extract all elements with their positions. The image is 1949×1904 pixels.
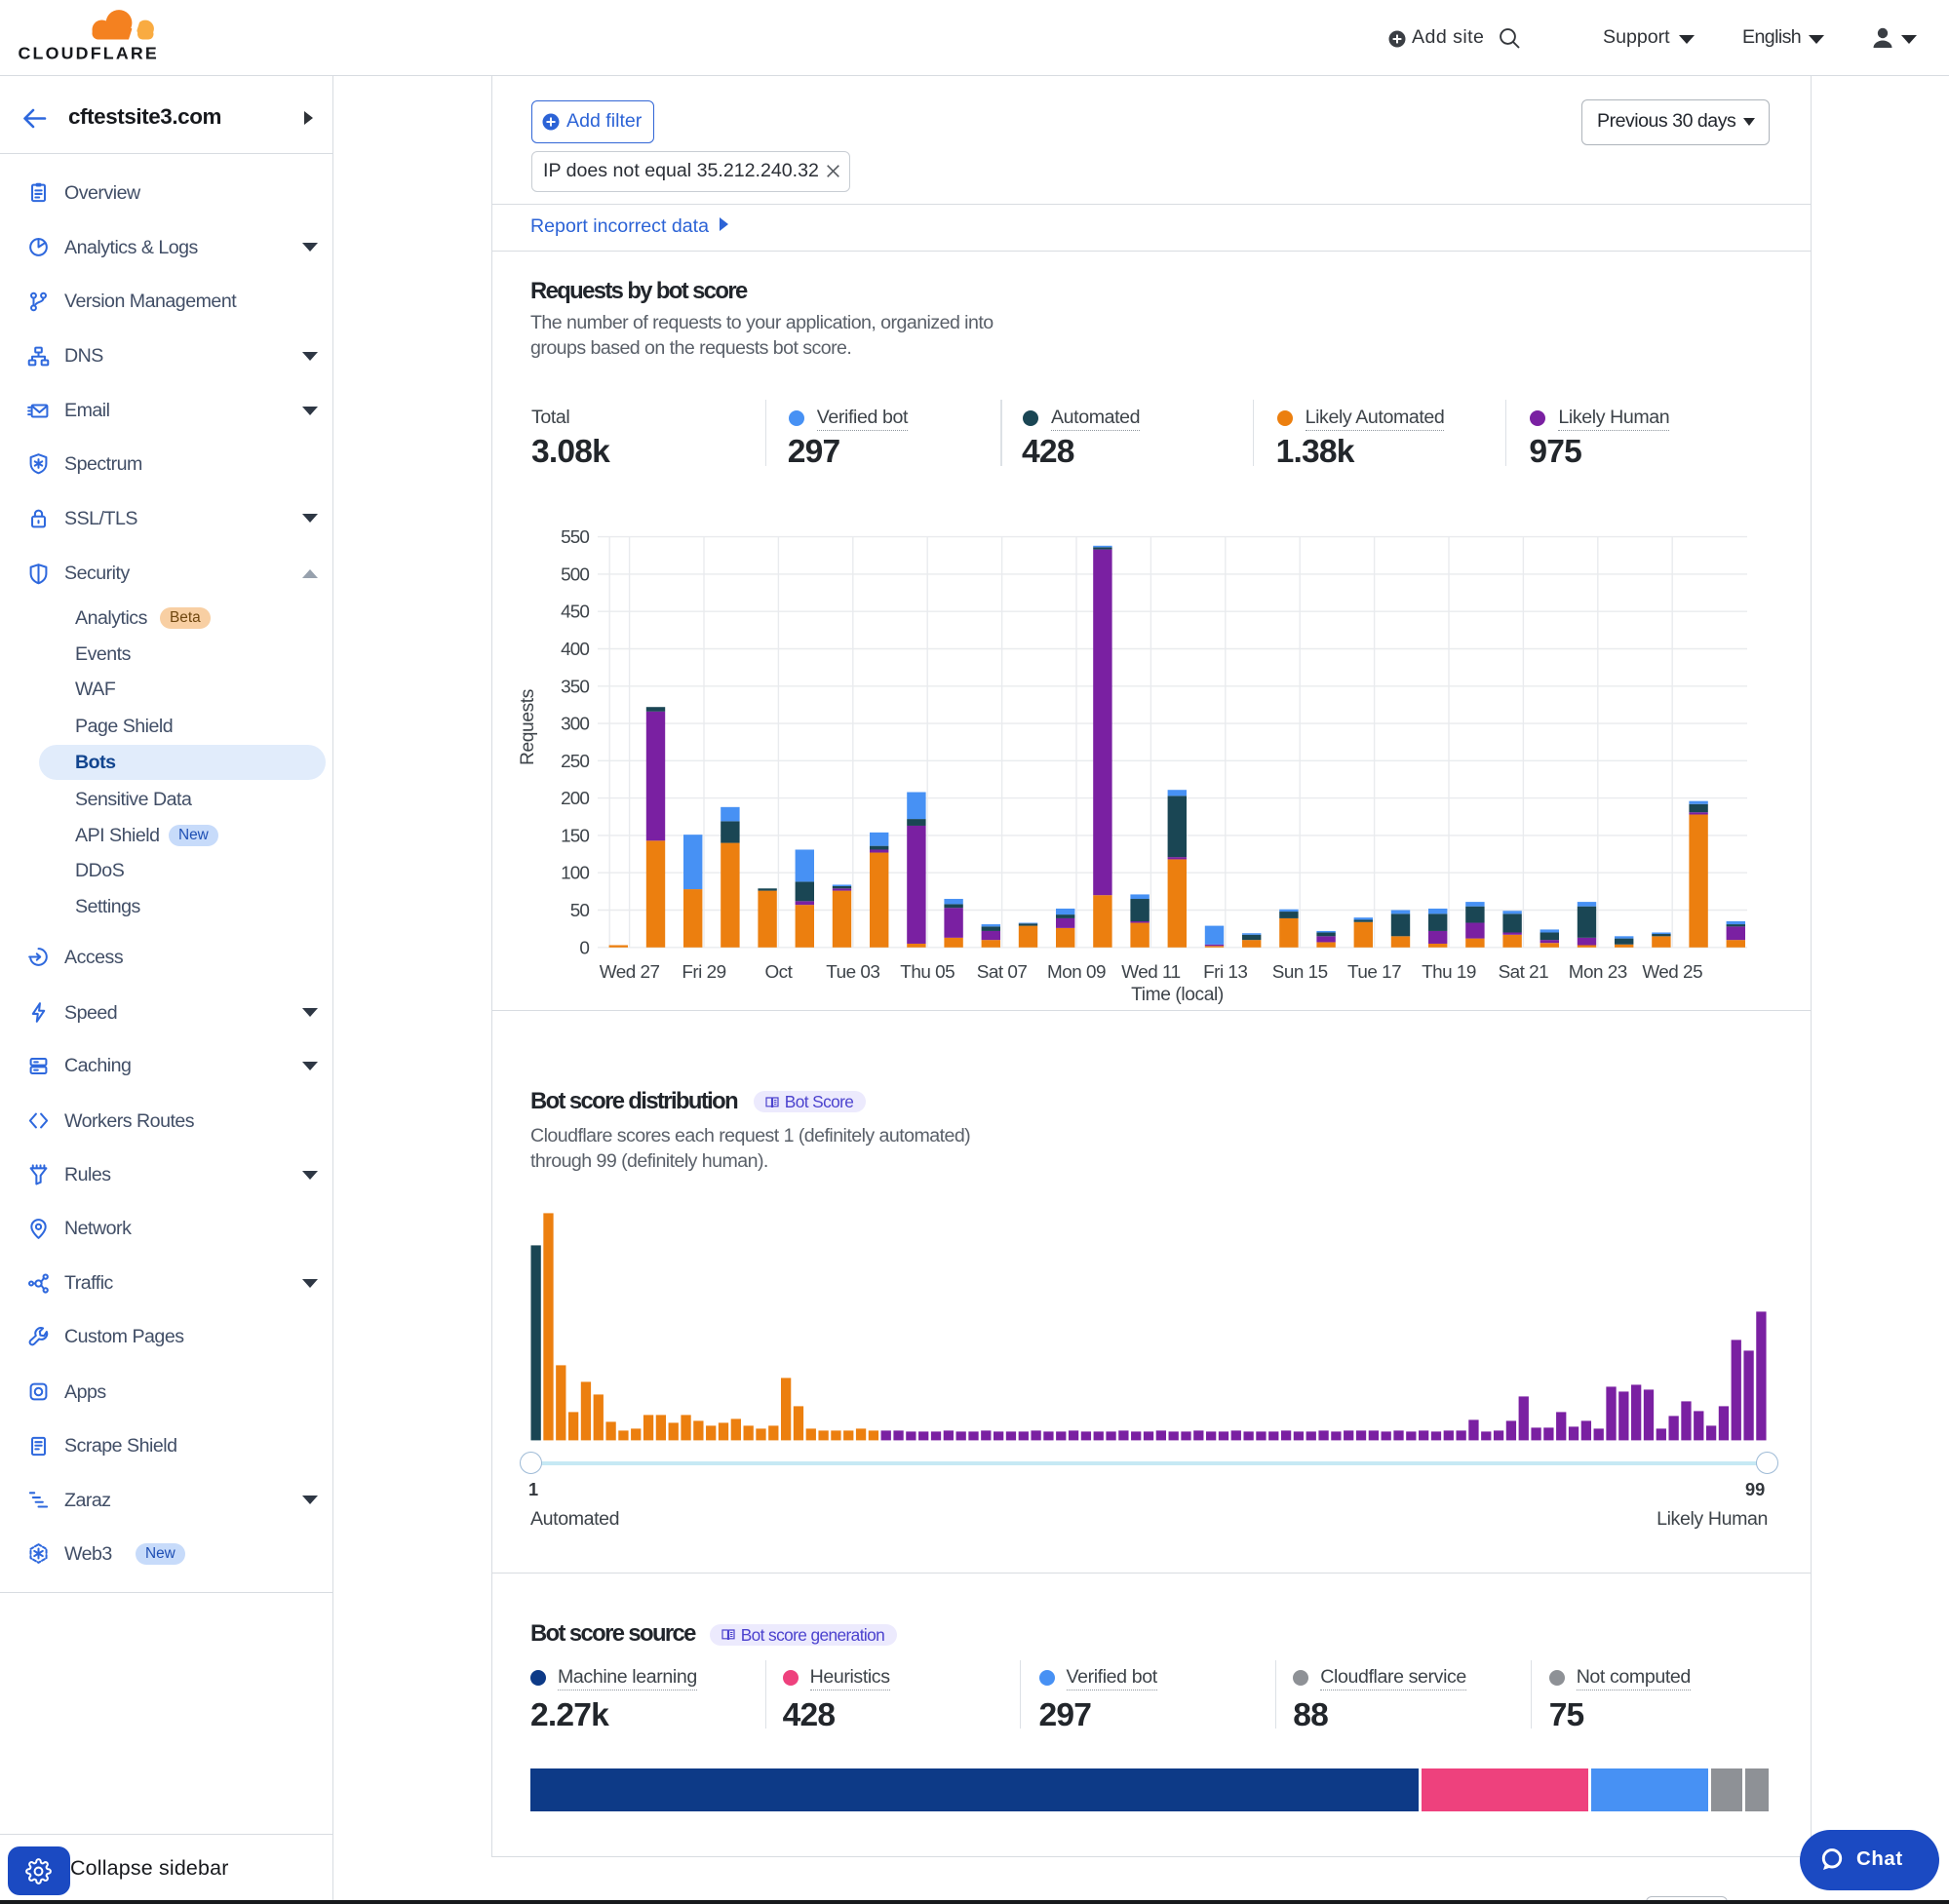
svg-text:150: 150 <box>561 826 589 846</box>
svg-text:Wed 25: Wed 25 <box>1642 962 1702 983</box>
svg-text:Sat 07: Sat 07 <box>977 962 1028 983</box>
svg-text:Requests: Requests <box>518 689 538 765</box>
svg-text:Oct: Oct <box>764 962 793 983</box>
svg-text:50: 50 <box>570 901 590 921</box>
svg-text:Fri 13: Fri 13 <box>1203 962 1247 983</box>
svg-text:350: 350 <box>561 677 589 697</box>
svg-text:Mon 09: Mon 09 <box>1047 962 1106 983</box>
svg-text:200: 200 <box>561 789 589 809</box>
svg-text:Thu 19: Thu 19 <box>1422 962 1476 983</box>
svg-text:500: 500 <box>561 564 589 585</box>
svg-text:Time (local): Time (local) <box>1131 985 1224 1005</box>
svg-text:Mon 23: Mon 23 <box>1569 962 1627 983</box>
svg-text:100: 100 <box>561 864 589 884</box>
svg-text:400: 400 <box>561 640 589 660</box>
svg-text:Tue 03: Tue 03 <box>826 962 879 983</box>
svg-text:250: 250 <box>561 752 589 772</box>
svg-text:Thu 05: Thu 05 <box>900 962 955 983</box>
svg-text:Tue 17: Tue 17 <box>1347 962 1401 983</box>
svg-text:450: 450 <box>561 602 589 623</box>
svg-text:300: 300 <box>561 715 589 735</box>
svg-text:Wed 27: Wed 27 <box>600 962 660 983</box>
svg-text:Wed 11: Wed 11 <box>1121 962 1180 983</box>
svg-text:550: 550 <box>561 527 589 548</box>
svg-text:Fri 29: Fri 29 <box>682 962 725 983</box>
svg-text:Sun 15: Sun 15 <box>1272 962 1328 983</box>
svg-text:Sat 21: Sat 21 <box>1499 962 1549 983</box>
svg-text:0: 0 <box>579 938 589 958</box>
svg-text:CLOUDFLARE: CLOUDFLARE <box>19 44 159 63</box>
